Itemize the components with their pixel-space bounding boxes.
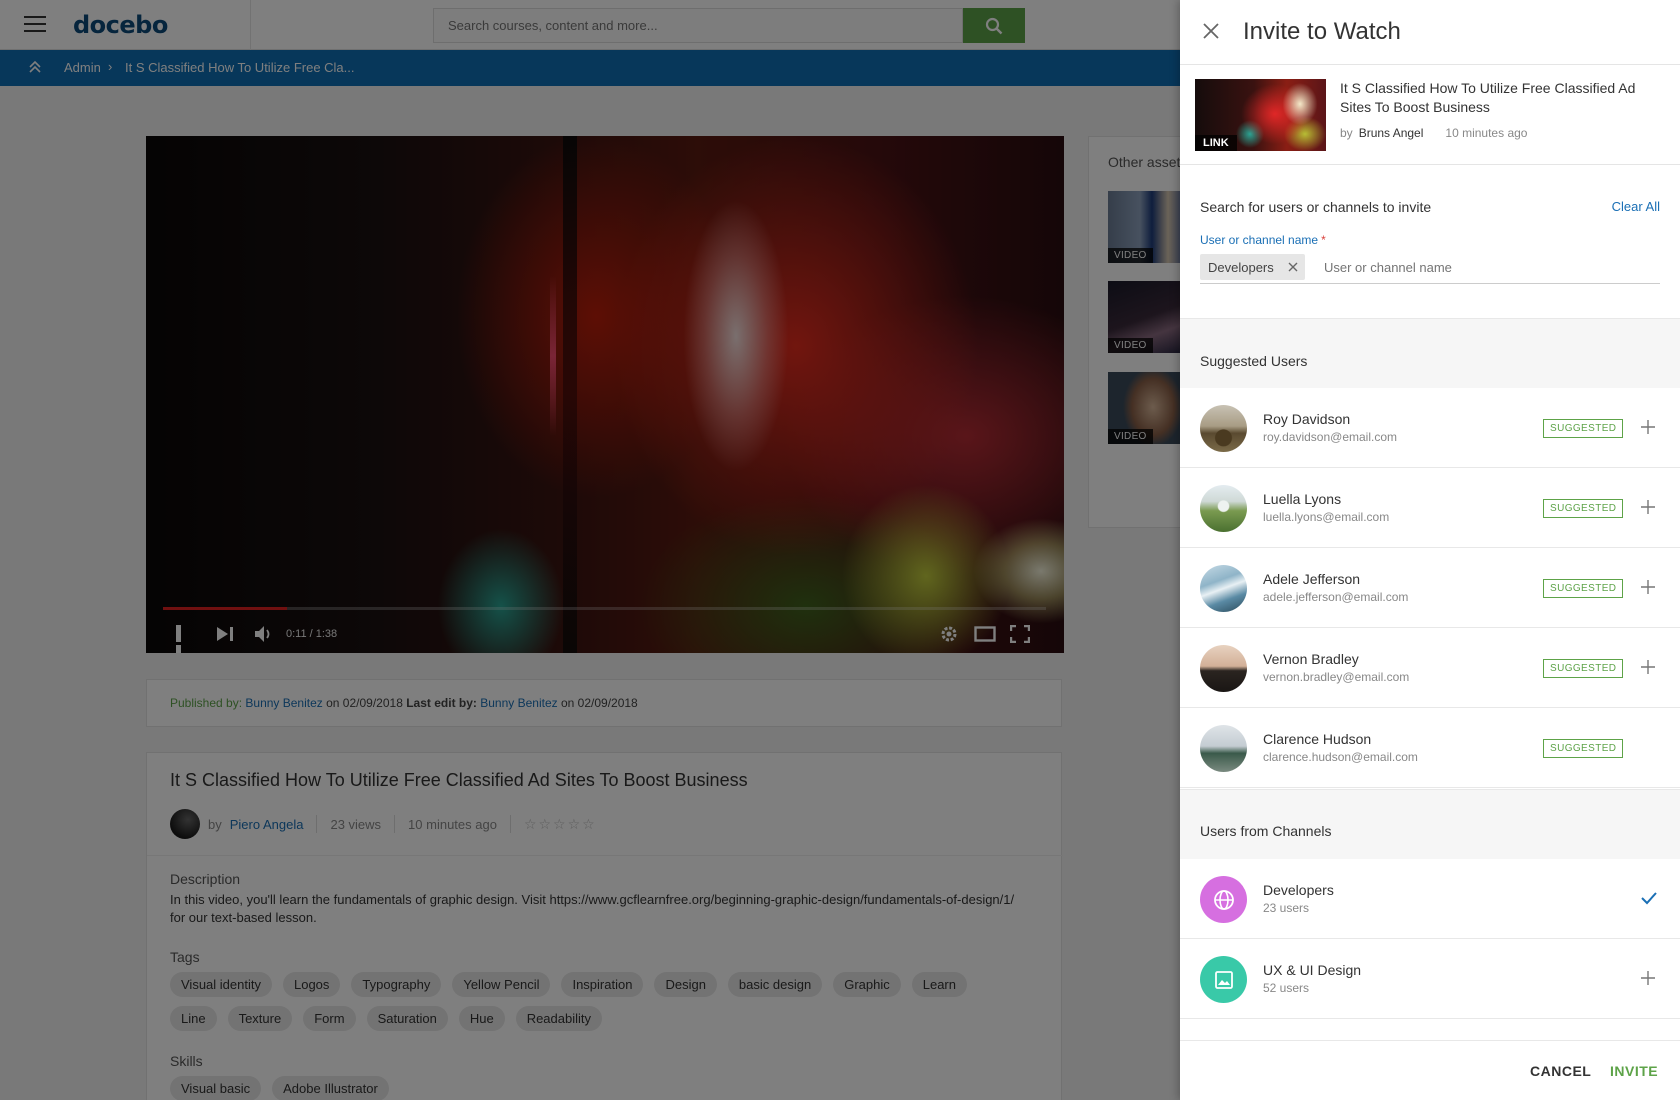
search-heading: Search for users or channels to invite [1200, 199, 1432, 215]
user-name: Luella Lyons [1263, 491, 1342, 507]
plus-icon[interactable] [1641, 420, 1655, 434]
suggested-badge: SUGGESTED [1543, 499, 1624, 518]
field-label-text: User or channel name [1200, 233, 1319, 247]
channel-avatar [1200, 876, 1247, 923]
user-email: clarence.hudson@email.com [1263, 750, 1418, 764]
user-avatar [1200, 565, 1247, 612]
panel-title: Invite to Watch [1243, 18, 1401, 45]
channel-row[interactable]: Developers 23 users [1180, 859, 1680, 939]
user-name: Clarence Hudson [1263, 731, 1372, 747]
field-label: User or channel name * [1200, 233, 1326, 247]
check-icon[interactable] [1641, 891, 1657, 905]
remove-chip-icon[interactable] [1288, 262, 1298, 272]
user-email: vernon.bradley@email.com [1263, 670, 1410, 684]
channel-avatar [1200, 956, 1247, 1003]
channel-name: Developers [1263, 882, 1334, 898]
clear-all-button[interactable]: Clear All [1612, 199, 1660, 214]
suggested-badge: SUGGESTED [1543, 419, 1624, 438]
plus-icon[interactable] [1641, 500, 1655, 514]
suggested-users-section: Suggested Users [1180, 318, 1680, 389]
suggested-user-row[interactable]: Luella Lyons luella.lyons@email.com SUGGES… [1180, 468, 1680, 548]
channel-user-count: 52 users [1263, 981, 1310, 995]
channel-name: UX & UI Design [1263, 962, 1362, 978]
suggested-user-row[interactable]: Clarence Hudson clarence.hudson@email.com… [1180, 708, 1680, 788]
close-icon[interactable] [1202, 22, 1220, 40]
plus-icon[interactable] [1641, 971, 1655, 985]
invitee-field: Developers [1200, 253, 1660, 284]
suggested-user-row[interactable]: Adele Jefferson adele.jefferson@email.com… [1180, 548, 1680, 628]
user-name: Vernon Bradley [1263, 651, 1359, 667]
user-avatar [1200, 405, 1247, 452]
suggested-badge: SUGGESTED [1543, 659, 1624, 678]
invite-button[interactable]: INVITE [1610, 1063, 1658, 1079]
user-avatar [1200, 645, 1247, 692]
asset-thumbnail: LINK [1195, 79, 1326, 151]
suggested-user-row[interactable]: Roy Davidson roy.davidson@email.com SUGGES… [1180, 388, 1680, 468]
channels-heading: Users from Channels [1200, 823, 1332, 839]
cancel-button[interactable]: CANCEL [1530, 1063, 1591, 1079]
asset-summary-title: It S Classified How To Utilize Free Clas… [1340, 80, 1636, 115]
suggested-users-heading: Suggested Users [1200, 353, 1308, 369]
user-name: Roy Davidson [1263, 411, 1351, 427]
invitee-search-input[interactable] [1324, 255, 1654, 279]
plus-icon[interactable] [1641, 660, 1655, 674]
image-icon [1214, 970, 1233, 989]
plus-icon[interactable] [1641, 580, 1655, 594]
required-mark: * [1321, 233, 1326, 247]
channel-user-count: 23 users [1263, 901, 1310, 915]
user-email: roy.davidson@email.com [1263, 430, 1398, 444]
by-label: by [1340, 126, 1353, 140]
user-email: luella.lyons@email.com [1263, 510, 1390, 524]
globe-icon [1213, 889, 1234, 910]
panel-footer: CANCEL INVITE [1180, 1040, 1680, 1100]
invite-panel: Invite to Watch LINK It S Classified How… [1180, 0, 1680, 1100]
suggested-user-row[interactable]: Vernon Bradley vernon.bradley@email.com SU… [1180, 628, 1680, 708]
channels-section: Users from Channels [1180, 789, 1680, 860]
asset-author: Bruns Angel [1358, 126, 1424, 140]
asset-summary-meta: by Bruns Angel 10 minutes ago [1340, 126, 1527, 140]
user-name: Adele Jefferson [1263, 571, 1361, 587]
link-badge: LINK [1195, 135, 1237, 151]
asset-time-ago: 10 minutes ago [1445, 126, 1528, 140]
selected-chip: Developers [1200, 254, 1305, 280]
suggested-badge: SUGGESTED [1543, 739, 1624, 758]
user-email: adele.jefferson@email.com [1263, 590, 1409, 604]
user-avatar [1200, 485, 1247, 532]
chip-label: Developers [1208, 259, 1274, 275]
user-avatar [1200, 725, 1247, 772]
suggested-badge: SUGGESTED [1543, 579, 1624, 598]
channel-row[interactable]: UX & UI Design 52 users [1180, 939, 1680, 1019]
asset-summary: LINK It S Classified How To Utilize Free… [1180, 64, 1680, 165]
